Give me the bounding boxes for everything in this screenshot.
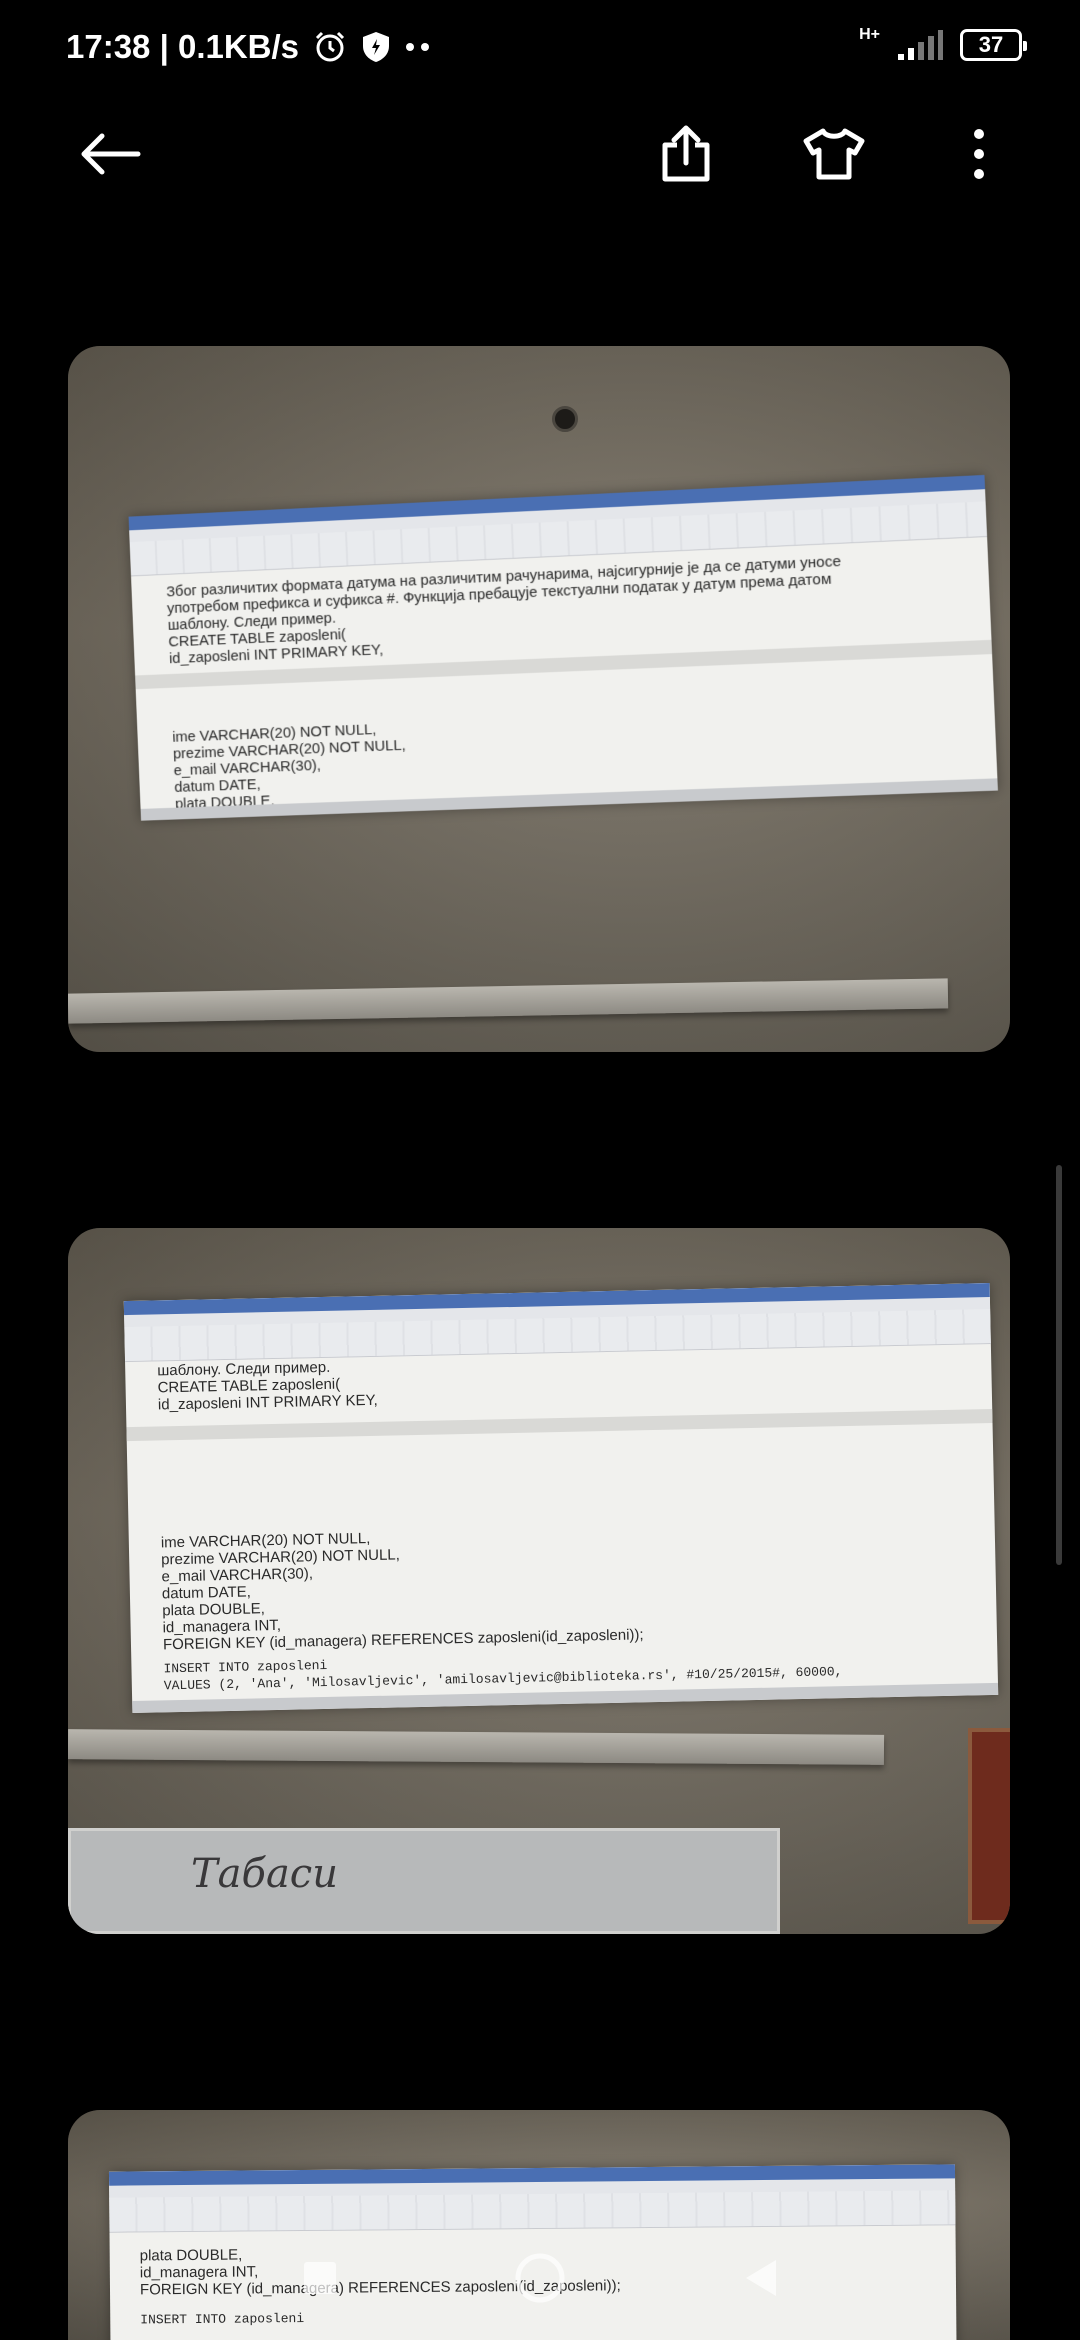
battery-icon: 37: [960, 29, 1027, 61]
page-break: [126, 1408, 993, 1442]
recents-square-icon: [302, 2260, 338, 2301]
alarm-icon: [313, 30, 347, 64]
battery-level: 37: [978, 32, 1004, 57]
status-time-speed: 17:38 | 0.1KB/s: [66, 28, 300, 65]
more-options-button[interactable]: [943, 120, 1015, 192]
photo-thumbnail-1[interactable]: Због различитих формата датума на различ…: [68, 346, 1010, 1052]
back-nav-button[interactable]: [725, 2245, 795, 2315]
whiteboard: Табаси: [68, 1828, 780, 1934]
shield-icon: [361, 30, 391, 64]
tshirt-icon: [803, 128, 865, 185]
back-triangle-icon: [742, 2258, 778, 2303]
top-toolbar: [0, 110, 1080, 200]
share-button[interactable]: [650, 120, 722, 192]
theme-button[interactable]: [798, 120, 870, 192]
share-icon: [659, 125, 713, 188]
status-bar: 17:38 | 0.1KB/s H+ 37: [0, 0, 1080, 96]
status-right: H+ 37: [859, 26, 1027, 62]
home-circle-icon: [514, 2252, 566, 2309]
status-left: 17:38 | 0.1KB/s: [66, 28, 431, 66]
door: [968, 1728, 1010, 1924]
network-type: H+: [859, 26, 880, 43]
recents-button[interactable]: [285, 2245, 355, 2315]
projected-screen: Због различитих формата датума на различ…: [128, 474, 998, 821]
more-dots-icon: [405, 42, 431, 52]
projected-screen: шаблону. Следи пример. CREATE TABLE zapo…: [123, 1282, 999, 1714]
signal-icon: [896, 28, 944, 62]
document-text-top: шаблону. Следи пример. CREATE TABLE zapo…: [157, 1358, 378, 1414]
photo-thumbnail-2[interactable]: шаблону. Следи пример. CREATE TABLE zapo…: [68, 1228, 1010, 1934]
home-button[interactable]: [505, 2245, 575, 2315]
back-arrow-icon: [78, 132, 142, 181]
ceiling-camera: [552, 406, 578, 432]
back-button[interactable]: [74, 120, 146, 192]
document-text-bottom: ime VARCHAR(20) NOT NULL, prezime VARCHA…: [160, 1530, 644, 1654]
navigation-bar: [0, 2220, 1080, 2340]
handwritten-note: Табаси: [191, 1851, 338, 1897]
document-insert-text: INSERT INTO zaposleni VALUES (2, 'Ana', …: [163, 1657, 843, 1694]
more-vertical-icon: [973, 128, 985, 185]
screen-ledge: [68, 1729, 885, 1765]
scroll-indicator[interactable]: [1056, 1165, 1062, 1565]
